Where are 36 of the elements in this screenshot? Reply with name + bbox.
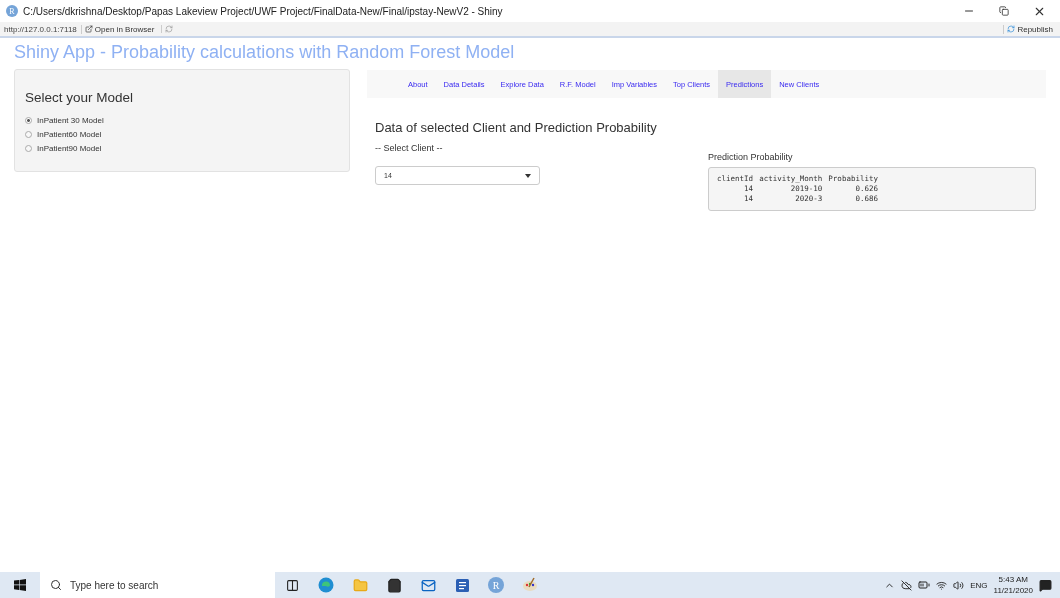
caret-icon: [525, 173, 531, 178]
mail-icon[interactable]: [420, 577, 436, 593]
republish-icon: [1007, 25, 1016, 33]
wifi-icon[interactable]: [936, 579, 948, 591]
search-field[interactable]: Type here to search: [40, 572, 275, 598]
speaker-icon[interactable]: [953, 579, 965, 591]
task-view-icon[interactable]: [285, 578, 299, 592]
refresh-icon: [165, 25, 174, 33]
notifications-icon[interactable]: [1039, 578, 1052, 592]
paint-palette-icon[interactable]: [522, 577, 538, 593]
window-title: C:/Users/dkrishna/Desktop/Papas Lakeview Project/UWF Project/FinalData-New/Final/ipstay-NewV2 - Shiny: [23, 5, 504, 17]
restore-icon: [999, 6, 1009, 16]
select-label: -- Select Client --: [375, 143, 444, 153]
open-in-browser-button[interactable]: Open in Browser: [80, 24, 158, 34]
browser-icon[interactable]: [318, 577, 334, 593]
model-radio-option[interactable]: InPatient 30 Model: [25, 113, 339, 127]
language-indicator[interactable]: ENG: [970, 580, 988, 590]
address-text: http://127.0.0.1:7118: [4, 24, 77, 34]
model-radio-option[interactable]: InPatient90 Model: [25, 141, 339, 155]
clock[interactable]: 5:43 AM 11/21/2020: [993, 574, 1033, 596]
windows-logo-icon: [14, 579, 26, 591]
external-link-icon: [84, 25, 93, 33]
app-title: Shiny App - Probability calculations with Random Forest Model: [14, 42, 516, 63]
radio-icon[interactable]: [25, 144, 32, 152]
radio-icon[interactable]: [25, 130, 32, 138]
cloud-off-icon[interactable]: [901, 579, 913, 591]
radio-icon[interactable]: [25, 116, 32, 124]
search-icon: [50, 579, 62, 591]
output-heading: Prediction Probability: [708, 152, 794, 162]
sidebar-heading: Select your Model: [25, 90, 135, 105]
r-app-icon: R: [6, 5, 18, 17]
section-heading: Data of selected Client and Prediction Probability: [375, 120, 658, 135]
document-app-icon[interactable]: [454, 577, 470, 593]
battery-icon[interactable]: [918, 579, 931, 591]
republish-button[interactable]: Republish: [1003, 24, 1056, 34]
model-radio-option[interactable]: InPatient60 Model: [25, 127, 339, 141]
